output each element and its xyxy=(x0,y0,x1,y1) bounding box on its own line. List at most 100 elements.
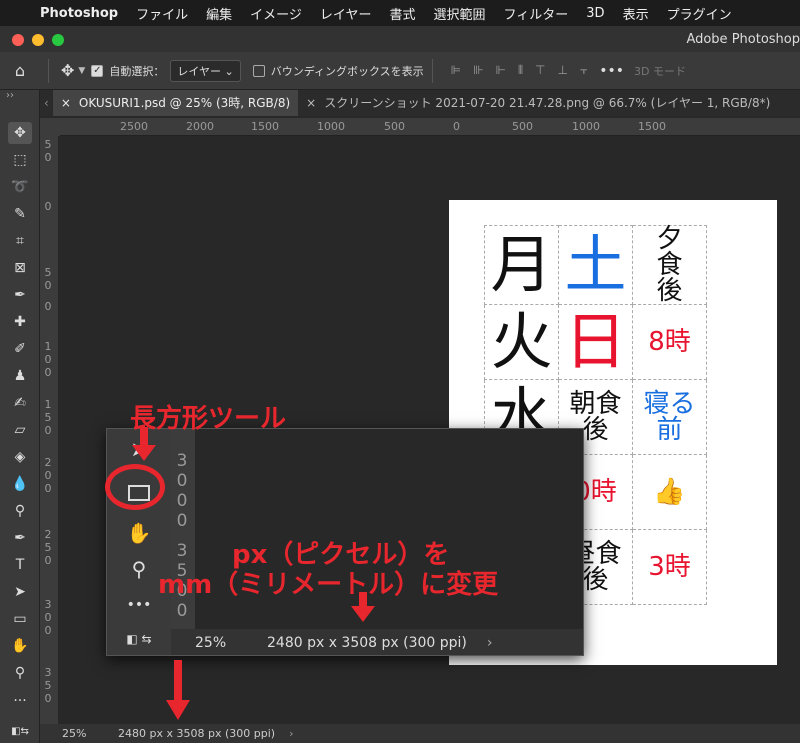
cell-text: 夕食後 xyxy=(656,224,683,306)
align-right-icon[interactable]: ⊩ xyxy=(496,63,506,78)
zoom-icon[interactable]: ⚲ xyxy=(8,662,32,684)
align-bottom-icon[interactable]: ⫟ xyxy=(580,63,587,78)
distribute-icon[interactable]: ⫴ xyxy=(518,63,523,78)
menu-file[interactable]: ファイル xyxy=(136,4,188,23)
rectangle-icon[interactable]: ▭ xyxy=(8,608,32,630)
hand-icon[interactable]: ✋ xyxy=(125,519,153,547)
chevron-right-icon[interactable]: › xyxy=(487,635,493,651)
paint-bucket-icon[interactable]: ◈ xyxy=(8,446,32,468)
menu-select[interactable]: 選択範囲 xyxy=(434,4,486,23)
crop-icon[interactable]: ⌗ xyxy=(8,230,32,252)
ruler-corner xyxy=(40,118,60,136)
table-cell: 寝る前 xyxy=(632,379,707,455)
tab-collapse[interactable]: ‹ xyxy=(40,90,53,116)
more-tools-icon[interactable]: ••• xyxy=(125,591,153,619)
close-icon[interactable]: × xyxy=(61,96,71,110)
arrow-down-icon xyxy=(166,660,190,720)
table-cell: 月 xyxy=(484,225,559,305)
align-middle-icon[interactable]: ⊥ xyxy=(557,63,567,78)
minimize-window-button[interactable] xyxy=(32,34,44,46)
menu-layer[interactable]: レイヤー xyxy=(320,4,372,23)
align-center-icon[interactable]: ⊪ xyxy=(473,63,483,78)
more-options-icon[interactable]: ••• xyxy=(599,63,624,79)
table-cell: 3時 xyxy=(632,529,707,605)
rectangular-marquee-icon[interactable]: ⬚ xyxy=(8,149,32,171)
ruler-tick: 1000 xyxy=(572,120,600,133)
lasso-icon[interactable]: ➰ xyxy=(8,176,32,198)
align-left-icon[interactable]: ⊫ xyxy=(451,63,461,78)
tab-screenshot[interactable]: × スクリーンショット 2021-07-20 21.47.28.png @ 66.… xyxy=(298,90,778,116)
ruler-tick: 50 xyxy=(44,266,52,292)
path-select-icon[interactable]: ➤ xyxy=(8,581,32,603)
ruler-tick: 0 xyxy=(176,471,188,491)
table-cell: 8時 xyxy=(632,304,707,380)
menu-plugins[interactable]: プラグイン xyxy=(667,4,732,23)
healing-brush-icon[interactable]: ✚ xyxy=(8,311,32,333)
inset-zoom-value[interactable]: 25% xyxy=(195,635,267,651)
chevron-down-icon[interactable]: ▼ xyxy=(78,66,85,76)
ruler-tick: 100 xyxy=(44,340,52,379)
table-cell: 夕食後 xyxy=(632,224,707,306)
home-icon[interactable]: ⌂ xyxy=(0,61,40,80)
inset-document-size[interactable]: 2480 px x 3508 px (300 ppi) xyxy=(267,635,467,651)
auto-select-checkbox[interactable]: ✓ xyxy=(91,64,104,77)
quick-select-icon[interactable]: ✎ xyxy=(8,203,32,225)
ruler-tick: 0 xyxy=(44,200,52,213)
blur-icon[interactable]: 💧 xyxy=(8,473,32,495)
eraser-icon[interactable]: ▱ xyxy=(8,419,32,441)
zoom-value[interactable]: 25% xyxy=(62,727,118,740)
align-top-icon[interactable]: ⊤ xyxy=(535,63,545,78)
tab-okusuri[interactable]: × OKUSURI1.psd @ 25% (3時, RGB/8) xyxy=(52,90,299,116)
document-size[interactable]: 2480 px x 3508 px (300 ppi) xyxy=(118,727,275,740)
move-tool-icon[interactable]: ✥ xyxy=(8,122,32,144)
move-tool-icon[interactable]: ✥ xyxy=(61,61,74,80)
bounding-box-checkbox[interactable] xyxy=(252,64,265,77)
menu-bar: Photoshop ファイル 編集 イメージ レイヤー 書式 選択範囲 フィルタ… xyxy=(0,0,800,26)
menu-filter[interactable]: フィルター xyxy=(504,4,569,23)
change-annotation-line2: mm（ミリメートル）に変更 xyxy=(158,570,499,600)
table-cell: 土 xyxy=(558,225,633,305)
ruler-tick: 3 xyxy=(176,451,188,471)
ruler-tick: 350 xyxy=(44,666,52,705)
tab-label: OKUSURI1.psd @ 25% (3時, RGB/8) xyxy=(78,96,291,110)
color-swatches-icon[interactable]: ◧ ⇆ xyxy=(125,625,153,653)
more-tools-icon[interactable]: ··· xyxy=(8,690,32,712)
pen-icon[interactable]: ✒ xyxy=(8,527,32,549)
brush-icon[interactable]: ✐ xyxy=(8,338,32,360)
auto-select-dropdown[interactable]: レイヤー ⌄ xyxy=(170,59,241,82)
vertical-ruler[interactable]: 50 0 50 0 100 150 200 250 300 350 xyxy=(40,136,58,724)
ruler-tick: 2500 xyxy=(120,120,148,133)
zoom-window-button[interactable] xyxy=(52,34,64,46)
color-swatches-icon[interactable]: ◧⇆ xyxy=(8,720,32,742)
chevron-right-icon[interactable]: › xyxy=(289,727,293,740)
tools-panel: ›› ✥ ⬚ ➰ ✎ ⌗ ⊠ ✒ ✚ ✐ ♟ ✍ ▱ ◈ 💧 ⚲ ✒ T ➤ ▭… xyxy=(0,90,40,743)
eyedropper-icon[interactable]: ✒ xyxy=(8,284,32,306)
inset-status-bar: 25% 2480 px x 3508 px (300 ppi) › xyxy=(171,629,583,655)
ruler-tick: 0 xyxy=(176,601,188,621)
hand-icon[interactable]: ✋ xyxy=(8,635,32,657)
ruler-tick: 50 xyxy=(44,138,52,164)
ruler-tick: 150 xyxy=(44,398,52,437)
dodge-icon[interactable]: ⚲ xyxy=(8,500,32,522)
collapse-icon[interactable]: ›› xyxy=(6,90,14,101)
history-brush-icon[interactable]: ✍ xyxy=(8,392,32,414)
clone-stamp-icon[interactable]: ♟ xyxy=(8,365,32,387)
type-icon[interactable]: T xyxy=(8,554,32,576)
horizontal-ruler[interactable]: 2500 2000 1500 1000 500 0 500 1000 1500 xyxy=(60,118,800,136)
cell-text: 寝る前 xyxy=(643,389,696,445)
menu-type[interactable]: 書式 xyxy=(390,4,416,23)
ruler-tick: 2000 xyxy=(186,120,214,133)
menu-view[interactable]: 表示 xyxy=(623,4,649,23)
menu-image[interactable]: イメージ xyxy=(250,4,302,23)
close-window-button[interactable] xyxy=(12,34,24,46)
document-tabs: ‹ × OKUSURI1.psd @ 25% (3時, RGB/8) × スクリーン… xyxy=(40,90,800,116)
ruler-tick: 250 xyxy=(44,528,52,567)
inset-tools-panel: ➤ ✋ ⚲ ••• ◧ ⇆ xyxy=(107,429,171,655)
menu-edit[interactable]: 編集 xyxy=(206,4,232,23)
3d-mode-label: 3D モード xyxy=(634,64,686,78)
menu-3d[interactable]: 3D xyxy=(586,6,604,21)
zoom-icon[interactable]: ⚲ xyxy=(125,555,153,583)
menu-app-name[interactable]: Photoshop xyxy=(40,6,118,21)
frame-icon[interactable]: ⊠ xyxy=(8,257,32,279)
close-icon[interactable]: × xyxy=(306,96,316,110)
